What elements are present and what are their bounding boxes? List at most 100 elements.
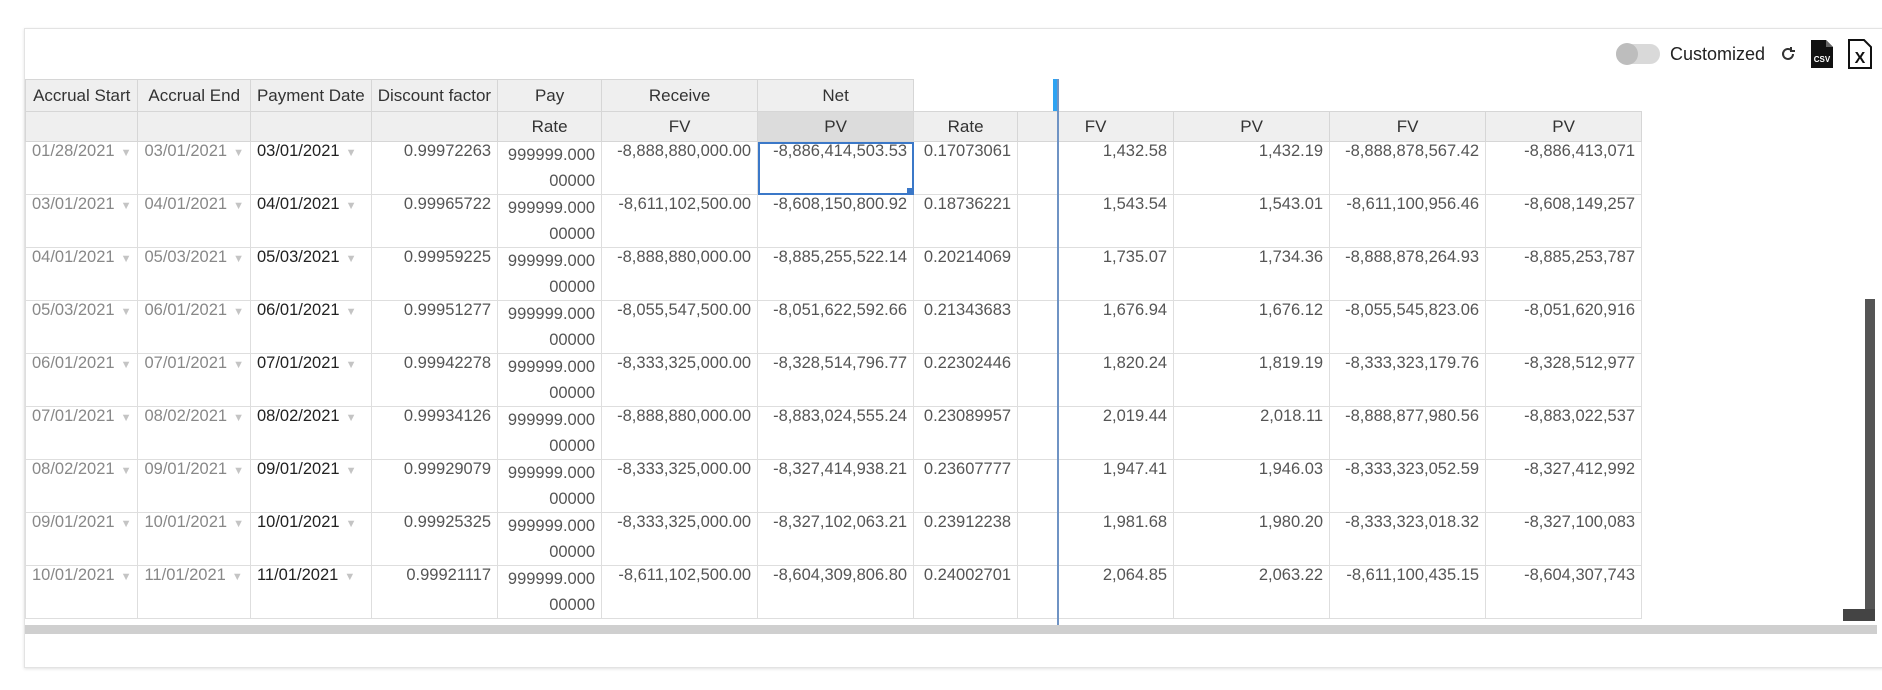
subheader-fv[interactable]: FV [601, 111, 759, 142]
net-pv-cell[interactable]: -8,885,255,522.14 [757, 247, 915, 301]
pv-cell[interactable]: 1,819.19 [1173, 353, 1331, 407]
dropdown-caret-icon[interactable]: ▼ [121, 518, 132, 530]
dropdown-caret-icon[interactable]: ▼ [121, 465, 132, 477]
pv-cell[interactable]: 1,946.03 [1173, 459, 1331, 513]
pv-cell[interactable]: 1,432.19 [1173, 141, 1331, 195]
net-pv-cell[interactable]: -8,604,309,806.80 [757, 565, 915, 619]
net-pv-cell[interactable]: -8,051,622,592.66 [757, 300, 915, 354]
pay-rate-cell[interactable]: 999999.00000000 [497, 247, 603, 301]
fv-cell[interactable]: -8,611,100,435.15 [1329, 565, 1487, 619]
pv-cell[interactable]: -8,328,512,977 [1485, 353, 1643, 407]
discount-factor-cell[interactable]: 0.99942278 [370, 353, 499, 407]
accrual-start-cell[interactable]: 07/01/2021 ▼ [25, 406, 139, 460]
subheader-pv[interactable]: PV [1173, 111, 1331, 142]
dropdown-caret-icon[interactable]: ▼ [233, 359, 244, 371]
receive-fv-cell[interactable]: -8,611,102,500.00 [601, 194, 759, 248]
fv-cell[interactable]: 2,064.85 [1017, 565, 1175, 619]
pv-cell[interactable]: -8,608,149,257 [1485, 194, 1643, 248]
dropdown-caret-icon[interactable]: ▼ [346, 359, 357, 371]
accrual-end-cell[interactable]: 08/02/2021 ▼ [137, 406, 251, 460]
payment-date-cell[interactable]: 11/01/2021 ▼ [249, 565, 372, 619]
horizontal-scrollbar[interactable] [25, 625, 1877, 634]
receive-fv-cell[interactable]: -8,888,880,000.00 [601, 141, 759, 195]
accrual-start-cell[interactable]: 05/03/2021 ▼ [25, 300, 139, 354]
rate-cell[interactable]: 0.23912238 [913, 512, 1019, 566]
dropdown-caret-icon[interactable]: ▼ [346, 306, 357, 318]
receive-fv-cell[interactable]: -8,611,102,500.00 [601, 565, 759, 619]
fv-cell[interactable]: 1,981.68 [1017, 512, 1175, 566]
accrual-start-cell[interactable]: 03/01/2021 ▼ [25, 194, 139, 248]
table-row[interactable]: 06/01/2021 ▼ 07/01/2021 ▼ 07/01/2021 ▼ 0.99942… [25, 353, 1643, 407]
dropdown-caret-icon[interactable]: ▼ [233, 518, 244, 530]
subheader-pv[interactable]: PV [757, 111, 915, 142]
dropdown-caret-icon[interactable]: ▼ [121, 147, 132, 159]
header-accrual-start[interactable]: Accrual Start [25, 79, 139, 112]
dropdown-caret-icon[interactable]: ▼ [346, 412, 357, 424]
pay-rate-cell[interactable]: 999999.00000000 [497, 459, 603, 513]
dropdown-caret-icon[interactable]: ▼ [121, 200, 132, 212]
accrual-end-cell[interactable]: 11/01/2021 ▼ [137, 565, 251, 619]
fv-cell[interactable]: 1,820.24 [1017, 353, 1175, 407]
receive-fv-cell[interactable]: -8,333,325,000.00 [601, 459, 759, 513]
header-receive[interactable]: Receive [601, 79, 759, 112]
subheader-pv[interactable]: PV [1485, 111, 1643, 142]
rate-cell[interactable]: 0.24002701 [913, 565, 1019, 619]
pv-cell[interactable]: -8,327,412,992 [1485, 459, 1643, 513]
header-discount-factor[interactable]: Discount factor [370, 79, 499, 112]
rate-cell[interactable]: 0.23089957 [913, 406, 1019, 460]
rate-cell[interactable]: 0.17073061 [913, 141, 1019, 195]
receive-fv-cell[interactable]: -8,333,325,000.00 [601, 353, 759, 407]
subheader-rate[interactable]: Rate [913, 111, 1019, 142]
table-row[interactable]: 09/01/2021 ▼ 10/01/2021 ▼ 10/01/2021 ▼ 0.99925… [25, 512, 1643, 566]
subheader-fv[interactable]: FV [1329, 111, 1487, 142]
dropdown-caret-icon[interactable]: ▼ [346, 200, 357, 212]
table-row[interactable]: 04/01/2021 ▼ 05/03/2021 ▼ 05/03/2021 ▼ 0.99959… [25, 247, 1643, 301]
dropdown-caret-icon[interactable]: ▼ [233, 306, 244, 318]
rate-cell[interactable]: 0.20214069 [913, 247, 1019, 301]
net-pv-cell[interactable]: -8,886,414,503.53 [757, 141, 915, 195]
net-pv-cell[interactable]: -8,328,514,796.77 [757, 353, 915, 407]
rate-cell[interactable]: 0.21343683 [913, 300, 1019, 354]
discount-factor-cell[interactable]: 0.99959225 [370, 247, 499, 301]
dropdown-caret-icon[interactable]: ▼ [233, 253, 244, 265]
accrual-start-cell[interactable]: 08/02/2021 ▼ [25, 459, 139, 513]
net-pv-cell[interactable]: -8,327,414,938.21 [757, 459, 915, 513]
pv-cell[interactable]: -8,051,620,916 [1485, 300, 1643, 354]
payment-date-cell[interactable]: 10/01/2021 ▼ [249, 512, 372, 566]
discount-factor-cell[interactable]: 0.99972263 [370, 141, 499, 195]
payment-date-cell[interactable]: 07/01/2021 ▼ [249, 353, 372, 407]
fv-cell[interactable]: -8,333,323,179.76 [1329, 353, 1487, 407]
pay-rate-cell[interactable]: 999999.00000000 [497, 194, 603, 248]
subheader-fv[interactable]: FV [1017, 111, 1175, 142]
fv-cell[interactable]: 1,543.54 [1017, 194, 1175, 248]
accrual-start-cell[interactable]: 01/28/2021 ▼ [25, 141, 139, 195]
pv-cell[interactable]: 2,063.22 [1173, 565, 1331, 619]
discount-factor-cell[interactable]: 0.99925325 [370, 512, 499, 566]
refresh-icon[interactable] [1779, 45, 1797, 63]
pay-rate-cell[interactable]: 999999.00000000 [497, 406, 603, 460]
pv-cell[interactable]: -8,886,413,071 [1485, 141, 1643, 195]
accrual-end-cell[interactable]: 09/01/2021 ▼ [137, 459, 251, 513]
dropdown-caret-icon[interactable]: ▼ [346, 147, 357, 159]
accrual-start-cell[interactable]: 09/01/2021 ▼ [25, 512, 139, 566]
fv-cell[interactable]: -8,333,323,052.59 [1329, 459, 1487, 513]
header-accrual-end[interactable]: Accrual End [137, 79, 251, 112]
table-row[interactable]: 10/01/2021 ▼ 11/01/2021 ▼ 11/01/2021 ▼ 0.99921… [25, 565, 1643, 619]
dropdown-caret-icon[interactable]: ▼ [121, 306, 132, 318]
dropdown-caret-icon[interactable]: ▼ [346, 518, 357, 530]
accrual-end-cell[interactable]: 04/01/2021 ▼ [137, 194, 251, 248]
excel-file-icon[interactable]: X [1847, 39, 1873, 69]
discount-factor-cell[interactable]: 0.99965722 [370, 194, 499, 248]
dropdown-caret-icon[interactable]: ▼ [346, 465, 357, 477]
table-row[interactable]: 03/01/2021 ▼ 04/01/2021 ▼ 04/01/2021 ▼ 0.99965… [25, 194, 1643, 248]
table-row[interactable]: 08/02/2021 ▼ 09/01/2021 ▼ 09/01/2021 ▼ 0.99929… [25, 459, 1643, 513]
discount-factor-cell[interactable]: 0.99921117 [370, 565, 499, 619]
pv-cell[interactable]: 1,734.36 [1173, 247, 1331, 301]
fv-cell[interactable]: -8,888,878,264.93 [1329, 247, 1487, 301]
payment-date-cell[interactable]: 09/01/2021 ▼ [249, 459, 372, 513]
dropdown-caret-icon[interactable]: ▼ [232, 571, 243, 583]
customized-toggle[interactable] [1615, 43, 1660, 65]
receive-fv-cell[interactable]: -8,888,880,000.00 [601, 247, 759, 301]
pv-cell[interactable]: -8,604,307,743 [1485, 565, 1643, 619]
header-net[interactable]: Net [757, 79, 915, 112]
